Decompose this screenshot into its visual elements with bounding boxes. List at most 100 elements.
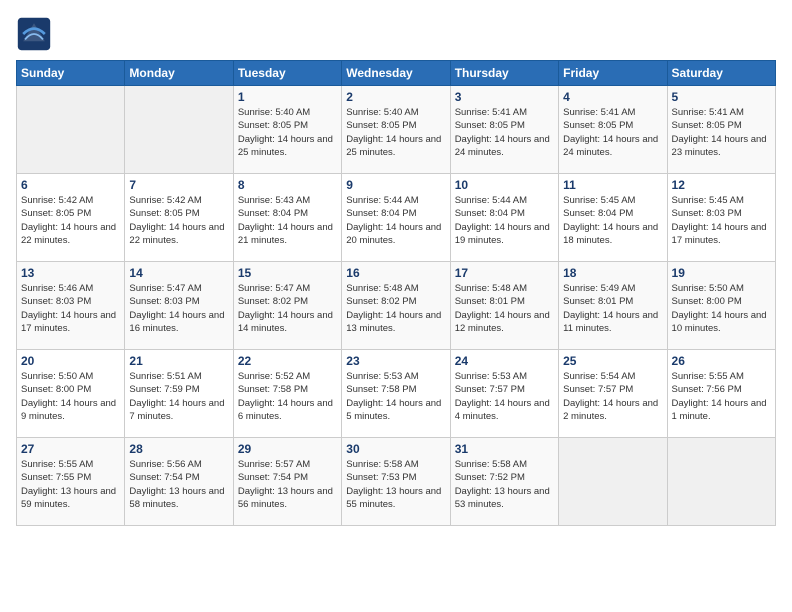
day-info: Sunrise: 5:44 AM Sunset: 8:04 PM Dayligh…	[346, 194, 445, 247]
day-number: 3	[455, 90, 554, 104]
calendar-cell: 28 Sunrise: 5:56 AM Sunset: 7:54 PM Dayli…	[125, 438, 233, 526]
weekday-header: Saturday	[667, 61, 775, 86]
calendar-cell	[125, 86, 233, 174]
day-info: Sunrise: 5:40 AM Sunset: 8:05 PM Dayligh…	[346, 106, 445, 159]
day-number: 27	[21, 442, 120, 456]
calendar-cell: 31 Sunrise: 5:58 AM Sunset: 7:52 PM Dayli…	[450, 438, 558, 526]
day-info: Sunrise: 5:42 AM Sunset: 8:05 PM Dayligh…	[129, 194, 228, 247]
day-info: Sunrise: 5:48 AM Sunset: 8:02 PM Dayligh…	[346, 282, 445, 335]
day-number: 30	[346, 442, 445, 456]
day-info: Sunrise: 5:50 AM Sunset: 8:00 PM Dayligh…	[21, 370, 120, 423]
calendar-cell: 21 Sunrise: 5:51 AM Sunset: 7:59 PM Dayli…	[125, 350, 233, 438]
day-number: 1	[238, 90, 337, 104]
day-info: Sunrise: 5:51 AM Sunset: 7:59 PM Dayligh…	[129, 370, 228, 423]
calendar-cell: 3 Sunrise: 5:41 AM Sunset: 8:05 PM Daylig…	[450, 86, 558, 174]
calendar-cell: 2 Sunrise: 5:40 AM Sunset: 8:05 PM Daylig…	[342, 86, 450, 174]
calendar-cell: 20 Sunrise: 5:50 AM Sunset: 8:00 PM Dayli…	[17, 350, 125, 438]
day-number: 17	[455, 266, 554, 280]
day-number: 9	[346, 178, 445, 192]
day-number: 31	[455, 442, 554, 456]
day-info: Sunrise: 5:54 AM Sunset: 7:57 PM Dayligh…	[563, 370, 662, 423]
calendar-cell: 6 Sunrise: 5:42 AM Sunset: 8:05 PM Daylig…	[17, 174, 125, 262]
calendar-body: 1 Sunrise: 5:40 AM Sunset: 8:05 PM Daylig…	[17, 86, 776, 526]
day-info: Sunrise: 5:58 AM Sunset: 7:53 PM Dayligh…	[346, 458, 445, 511]
day-info: Sunrise: 5:55 AM Sunset: 7:56 PM Dayligh…	[672, 370, 771, 423]
calendar-cell: 1 Sunrise: 5:40 AM Sunset: 8:05 PM Daylig…	[233, 86, 341, 174]
day-info: Sunrise: 5:41 AM Sunset: 8:05 PM Dayligh…	[672, 106, 771, 159]
day-number: 13	[21, 266, 120, 280]
calendar-week-row: 27 Sunrise: 5:55 AM Sunset: 7:55 PM Dayli…	[17, 438, 776, 526]
weekday-header: Sunday	[17, 61, 125, 86]
day-number: 4	[563, 90, 662, 104]
day-info: Sunrise: 5:42 AM Sunset: 8:05 PM Dayligh…	[21, 194, 120, 247]
day-number: 23	[346, 354, 445, 368]
day-number: 15	[238, 266, 337, 280]
day-number: 21	[129, 354, 228, 368]
day-info: Sunrise: 5:53 AM Sunset: 7:57 PM Dayligh…	[455, 370, 554, 423]
day-number: 20	[21, 354, 120, 368]
day-info: Sunrise: 5:40 AM Sunset: 8:05 PM Dayligh…	[238, 106, 337, 159]
day-info: Sunrise: 5:41 AM Sunset: 8:05 PM Dayligh…	[563, 106, 662, 159]
calendar-cell: 8 Sunrise: 5:43 AM Sunset: 8:04 PM Daylig…	[233, 174, 341, 262]
weekday-header: Monday	[125, 61, 233, 86]
day-info: Sunrise: 5:41 AM Sunset: 8:05 PM Dayligh…	[455, 106, 554, 159]
day-info: Sunrise: 5:47 AM Sunset: 8:02 PM Dayligh…	[238, 282, 337, 335]
day-info: Sunrise: 5:49 AM Sunset: 8:01 PM Dayligh…	[563, 282, 662, 335]
calendar-cell	[559, 438, 667, 526]
weekday-header: Thursday	[450, 61, 558, 86]
day-number: 7	[129, 178, 228, 192]
calendar-header-row: SundayMondayTuesdayWednesdayThursdayFrid…	[17, 61, 776, 86]
calendar-cell: 30 Sunrise: 5:58 AM Sunset: 7:53 PM Dayli…	[342, 438, 450, 526]
calendar-cell: 27 Sunrise: 5:55 AM Sunset: 7:55 PM Dayli…	[17, 438, 125, 526]
weekday-header: Wednesday	[342, 61, 450, 86]
calendar-cell: 19 Sunrise: 5:50 AM Sunset: 8:00 PM Dayli…	[667, 262, 775, 350]
calendar-cell: 18Sunrise: 5:49 AM Sunset: 8:01 PM Dayli…	[559, 262, 667, 350]
calendar-table: SundayMondayTuesdayWednesdayThursdayFrid…	[16, 60, 776, 526]
calendar-header: SundayMondayTuesdayWednesdayThursdayFrid…	[17, 61, 776, 86]
calendar-cell: 15 Sunrise: 5:47 AM Sunset: 8:02 PM Dayli…	[233, 262, 341, 350]
logo	[16, 16, 56, 52]
day-number: 11	[563, 178, 662, 192]
calendar-cell: 10 Sunrise: 5:44 AM Sunset: 8:04 PM Dayli…	[450, 174, 558, 262]
calendar-week-row: 6 Sunrise: 5:42 AM Sunset: 8:05 PM Daylig…	[17, 174, 776, 262]
day-info: Sunrise: 5:44 AM Sunset: 8:04 PM Dayligh…	[455, 194, 554, 247]
day-number: 5	[672, 90, 771, 104]
day-info: Sunrise: 5:52 AM Sunset: 7:58 PM Dayligh…	[238, 370, 337, 423]
calendar-cell: 14 Sunrise: 5:47 AM Sunset: 8:03 PM Dayli…	[125, 262, 233, 350]
day-number: 29	[238, 442, 337, 456]
calendar-cell: 16 Sunrise: 5:48 AM Sunset: 8:02 PM Dayli…	[342, 262, 450, 350]
day-number: 22	[238, 354, 337, 368]
day-info: Sunrise: 5:50 AM Sunset: 8:00 PM Dayligh…	[672, 282, 771, 335]
day-number: 26	[672, 354, 771, 368]
calendar-week-row: 1 Sunrise: 5:40 AM Sunset: 8:05 PM Daylig…	[17, 86, 776, 174]
logo-icon	[16, 16, 52, 52]
day-number: 14	[129, 266, 228, 280]
day-info: Sunrise: 5:58 AM Sunset: 7:52 PM Dayligh…	[455, 458, 554, 511]
day-info: Sunrise: 5:45 AM Sunset: 8:03 PM Dayligh…	[672, 194, 771, 247]
day-info: Sunrise: 5:45 AM Sunset: 8:04 PM Dayligh…	[563, 194, 662, 247]
day-number: 24	[455, 354, 554, 368]
calendar-cell: 29 Sunrise: 5:57 AM Sunset: 7:54 PM Dayli…	[233, 438, 341, 526]
day-number: 6	[21, 178, 120, 192]
calendar-cell	[667, 438, 775, 526]
day-info: Sunrise: 5:56 AM Sunset: 7:54 PM Dayligh…	[129, 458, 228, 511]
day-number: 16	[346, 266, 445, 280]
weekday-header: Tuesday	[233, 61, 341, 86]
day-info: Sunrise: 5:46 AM Sunset: 8:03 PM Dayligh…	[21, 282, 120, 335]
day-number: 28	[129, 442, 228, 456]
day-number: 10	[455, 178, 554, 192]
day-info: Sunrise: 5:43 AM Sunset: 8:04 PM Dayligh…	[238, 194, 337, 247]
calendar-cell: 5 Sunrise: 5:41 AM Sunset: 8:05 PM Daylig…	[667, 86, 775, 174]
day-number: 19	[672, 266, 771, 280]
day-info: Sunrise: 5:57 AM Sunset: 7:54 PM Dayligh…	[238, 458, 337, 511]
day-number: 2	[346, 90, 445, 104]
day-info: Sunrise: 5:55 AM Sunset: 7:55 PM Dayligh…	[21, 458, 120, 511]
day-number: 8	[238, 178, 337, 192]
day-info: Sunrise: 5:53 AM Sunset: 7:58 PM Dayligh…	[346, 370, 445, 423]
day-info: Sunrise: 5:47 AM Sunset: 8:03 PM Dayligh…	[129, 282, 228, 335]
calendar-week-row: 20 Sunrise: 5:50 AM Sunset: 8:00 PM Dayli…	[17, 350, 776, 438]
calendar-cell: 7 Sunrise: 5:42 AM Sunset: 8:05 PM Daylig…	[125, 174, 233, 262]
calendar-cell: 4 Sunrise: 5:41 AM Sunset: 8:05 PM Daylig…	[559, 86, 667, 174]
calendar-cell	[17, 86, 125, 174]
calendar-week-row: 13 Sunrise: 5:46 AM Sunset: 8:03 PM Dayli…	[17, 262, 776, 350]
